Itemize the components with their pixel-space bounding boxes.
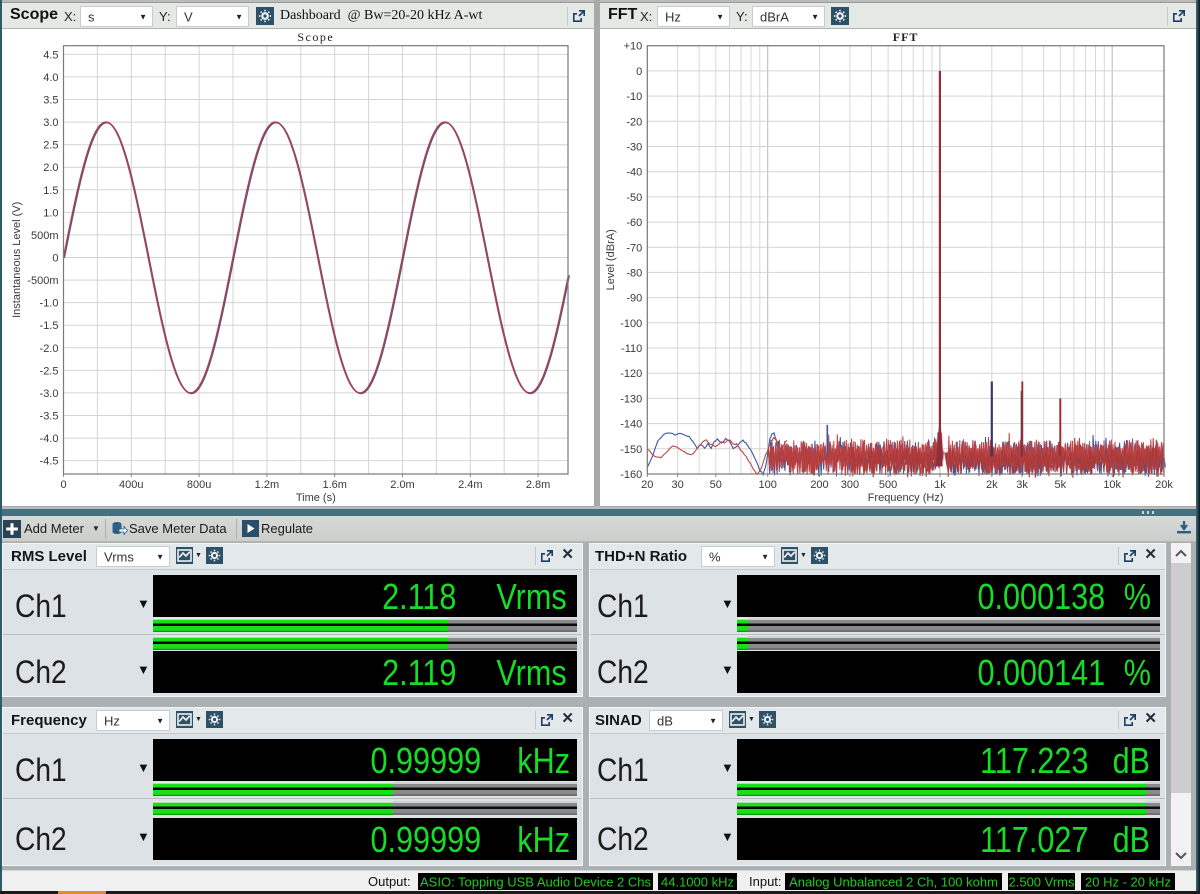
svg-text:-40: -40	[626, 167, 642, 179]
svg-text:30: 30	[671, 479, 683, 491]
svg-text:1.0: 1.0	[43, 207, 58, 219]
svg-text:1.5: 1.5	[43, 185, 58, 197]
svg-text:-2.0: -2.0	[40, 343, 59, 355]
svg-text:-3.5: -3.5	[40, 411, 59, 423]
svg-text:-130: -130	[620, 393, 642, 405]
svg-text:3.5: 3.5	[43, 95, 58, 107]
svg-text:50: 50	[710, 479, 722, 491]
svg-text:-10: -10	[626, 91, 642, 103]
svg-text:-60: -60	[626, 217, 642, 229]
svg-text:10k: 10k	[1103, 479, 1121, 491]
svg-text:1.6m: 1.6m	[322, 479, 346, 491]
svg-text:3.0: 3.0	[43, 117, 58, 129]
svg-text:2.8m: 2.8m	[526, 479, 550, 491]
svg-text:400u: 400u	[119, 479, 143, 491]
svg-text:1.2m: 1.2m	[255, 479, 279, 491]
svg-text:20: 20	[641, 479, 653, 491]
svg-text:2k: 2k	[986, 479, 998, 491]
svg-text:20k: 20k	[1155, 479, 1173, 491]
svg-text:300: 300	[841, 479, 859, 491]
svg-text:FFT: FFT	[893, 30, 919, 44]
svg-text:100: 100	[759, 479, 777, 491]
svg-text:2.0m: 2.0m	[390, 479, 414, 491]
svg-text:0: 0	[52, 253, 58, 265]
svg-text:2.0: 2.0	[43, 162, 58, 174]
svg-text:200: 200	[810, 479, 828, 491]
svg-text:-80: -80	[626, 267, 642, 279]
svg-text:-50: -50	[626, 192, 642, 204]
svg-text:-30: -30	[626, 142, 642, 154]
svg-text:2.4m: 2.4m	[458, 479, 482, 491]
svg-text:-1.0: -1.0	[40, 298, 59, 310]
svg-text:Level (dBrA): Level (dBrA)	[605, 229, 617, 290]
svg-text:-90: -90	[626, 293, 642, 305]
svg-text:-150: -150	[620, 444, 642, 456]
svg-text:4.5: 4.5	[43, 49, 58, 61]
svg-text:-100: -100	[620, 318, 642, 330]
svg-text:3k: 3k	[1016, 479, 1028, 491]
svg-text:-1.5: -1.5	[40, 320, 59, 332]
svg-text:-500m: -500m	[27, 275, 58, 287]
svg-text:1k: 1k	[934, 479, 946, 491]
svg-text:-4.5: -4.5	[40, 456, 59, 468]
svg-text:-140: -140	[620, 419, 642, 431]
svg-text:Instantaneous Level (V): Instantaneous Level (V)	[11, 202, 23, 318]
svg-text:-120: -120	[620, 368, 642, 380]
svg-text:Time (s): Time (s)	[296, 492, 336, 504]
svg-text:-110: -110	[621, 343, 642, 355]
svg-text:-4.0: -4.0	[40, 433, 59, 445]
svg-text:5k: 5k	[1054, 479, 1066, 491]
svg-text:Scope: Scope	[297, 30, 334, 44]
svg-text:-20: -20	[626, 116, 642, 128]
svg-text:4.0: 4.0	[43, 72, 58, 84]
svg-text:0: 0	[60, 479, 66, 491]
svg-text:500m: 500m	[31, 230, 59, 242]
svg-text:+10: +10	[624, 41, 643, 53]
svg-text:-3.0: -3.0	[40, 388, 59, 400]
svg-text:-2.5: -2.5	[40, 365, 59, 377]
svg-text:0: 0	[636, 66, 642, 78]
svg-text:-160: -160	[620, 469, 642, 481]
svg-text:500: 500	[879, 479, 897, 491]
svg-text:800u: 800u	[187, 479, 211, 491]
svg-text:2.5: 2.5	[43, 140, 58, 152]
svg-text:-70: -70	[626, 242, 642, 254]
svg-text:Frequency (Hz): Frequency (Hz)	[868, 492, 944, 504]
